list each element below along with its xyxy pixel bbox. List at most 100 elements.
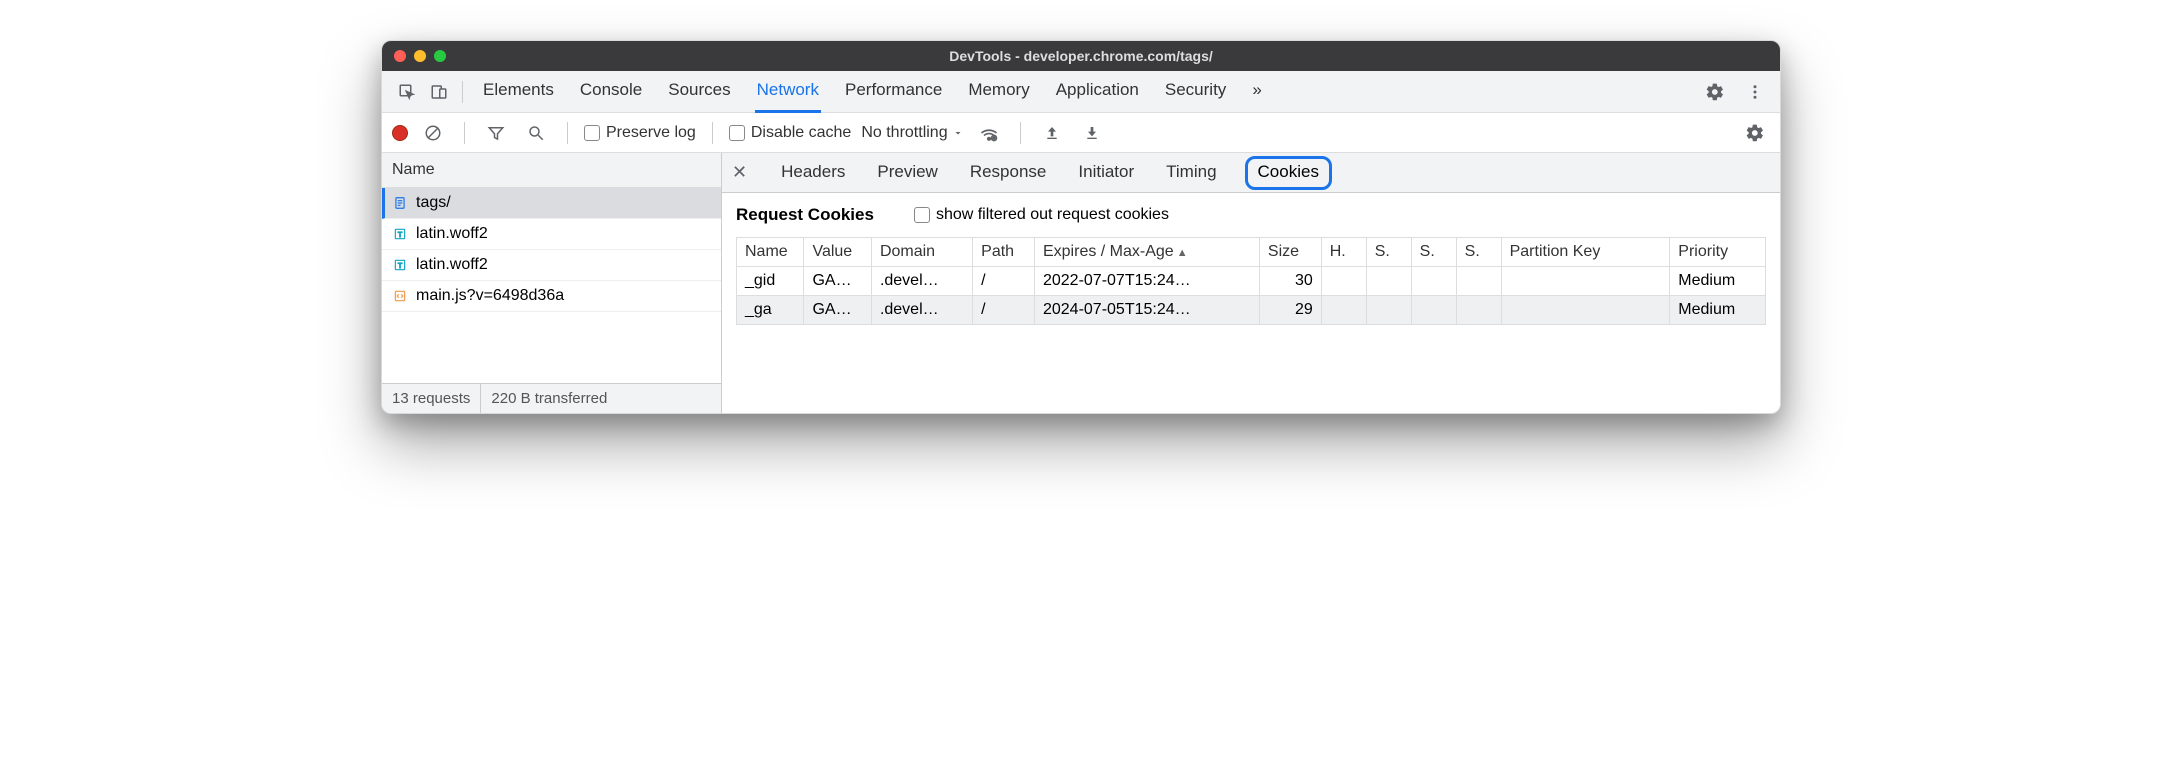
close-window-button[interactable] — [394, 50, 406, 62]
settings-icon[interactable] — [1700, 77, 1730, 107]
svg-text:T: T — [398, 263, 403, 270]
tab-sources[interactable]: Sources — [666, 71, 732, 113]
tab-performance[interactable]: Performance — [843, 71, 944, 113]
device-toggle-icon[interactable] — [424, 77, 454, 107]
cookie-row[interactable]: _gidGA….devel…/2022-07-07T15:24…30Medium — [737, 267, 1766, 296]
cookies-column-header[interactable]: Priority — [1670, 238, 1766, 267]
network-conditions-icon[interactable] — [974, 118, 1004, 148]
cookie-cell-s2 — [1411, 267, 1456, 296]
cookies-column-header[interactable]: Partition Key — [1501, 238, 1670, 267]
upload-har-icon[interactable] — [1037, 118, 1067, 148]
maximize-window-button[interactable] — [434, 50, 446, 62]
cookies-column-header[interactable]: Expires / Max-Age▲ — [1034, 238, 1259, 267]
cookie-cell-path: / — [973, 267, 1035, 296]
cookies-column-header[interactable]: Name — [737, 238, 804, 267]
cookie-cell-h — [1321, 267, 1366, 296]
throttling-value: No throttling — [861, 124, 947, 142]
cookie-cell-path: / — [973, 296, 1035, 325]
disable-cache-label: Disable cache — [751, 124, 852, 142]
cookies-column-header[interactable]: Value — [804, 238, 871, 267]
chevron-down-icon — [952, 127, 964, 139]
main-toolbar: Elements Console Sources Network Perform… — [382, 71, 1780, 113]
cookie-cell-s3 — [1456, 267, 1501, 296]
cookie-cell-h — [1321, 296, 1366, 325]
tab-headers[interactable]: Headers — [777, 155, 849, 190]
cookie-cell-s3 — [1456, 296, 1501, 325]
request-cookies-heading: Request Cookies — [736, 205, 874, 225]
request-row[interactable]: tags/ — [382, 188, 721, 219]
detail-pane: ✕ Headers Preview Response Initiator Tim… — [722, 153, 1780, 413]
tab-application[interactable]: Application — [1054, 71, 1141, 113]
close-detail-icon[interactable]: ✕ — [732, 162, 753, 183]
cookies-column-header[interactable]: H. — [1321, 238, 1366, 267]
detail-tabs: ✕ Headers Preview Response Initiator Tim… — [722, 153, 1780, 193]
request-row[interactable]: main.js?v=6498d36a — [382, 281, 721, 312]
cookies-header-row: NameValueDomainPathExpires / Max-Age▲Siz… — [737, 238, 1766, 267]
network-settings-icon[interactable] — [1740, 118, 1770, 148]
request-name: main.js?v=6498d36a — [416, 287, 564, 305]
kebab-menu-icon[interactable] — [1740, 77, 1770, 107]
tab-cookies[interactable]: Cookies — [1245, 156, 1332, 190]
tab-preview[interactable]: Preview — [873, 155, 941, 190]
search-icon[interactable] — [521, 118, 551, 148]
devtools-window: DevTools - developer.chrome.com/tags/ El… — [381, 40, 1781, 414]
cookie-cell-s2 — [1411, 296, 1456, 325]
separator — [567, 122, 568, 144]
show-filtered-label: show filtered out request cookies — [936, 206, 1169, 224]
tab-response[interactable]: Response — [966, 155, 1051, 190]
toolbar-right — [1700, 77, 1770, 107]
cookies-column-header[interactable]: Size — [1259, 238, 1321, 267]
cookies-column-header[interactable]: S. — [1366, 238, 1411, 267]
cookies-column-header[interactable]: Path — [973, 238, 1035, 267]
cookie-cell-size: 29 — [1259, 296, 1321, 325]
cookies-column-header[interactable]: S. — [1456, 238, 1501, 267]
tab-network[interactable]: Network — [755, 71, 821, 113]
panel-tabs: Elements Console Sources Network Perform… — [481, 71, 1698, 113]
status-requests: 13 requests — [382, 384, 481, 413]
inspect-icon[interactable] — [392, 77, 422, 107]
cookie-cell-name: _gid — [737, 267, 804, 296]
tab-initiator[interactable]: Initiator — [1074, 155, 1138, 190]
cookies-column-header[interactable]: S. — [1411, 238, 1456, 267]
separator — [712, 122, 713, 144]
clear-icon[interactable] — [418, 118, 448, 148]
window-controls — [394, 50, 446, 62]
request-name: latin.woff2 — [416, 225, 488, 243]
name-column-header[interactable]: Name — [382, 153, 721, 188]
tab-security[interactable]: Security — [1163, 71, 1228, 113]
cookie-row[interactable]: _gaGA….devel…/2024-07-05T15:24…29Medium — [737, 296, 1766, 325]
filter-icon[interactable] — [481, 118, 511, 148]
cookie-cell-pk — [1501, 267, 1670, 296]
disable-cache-checkbox[interactable]: Disable cache — [729, 124, 852, 142]
download-har-icon[interactable] — [1077, 118, 1107, 148]
file-type-icon: T — [392, 257, 408, 273]
request-list-pane: Name tags/T latin.woff2T latin.woff2 mai… — [382, 153, 722, 413]
tab-elements[interactable]: Elements — [481, 71, 556, 113]
separator — [462, 81, 463, 103]
cookie-cell-expires: 2024-07-05T15:24… — [1034, 296, 1259, 325]
separator — [1020, 122, 1021, 144]
network-toolbar: Preserve log Disable cache No throttling — [382, 113, 1780, 153]
tab-timing[interactable]: Timing — [1162, 155, 1220, 190]
request-name: tags/ — [416, 194, 451, 212]
preserve-log-checkbox[interactable]: Preserve log — [584, 124, 696, 142]
tabs-overflow[interactable]: » — [1250, 71, 1263, 113]
cookie-cell-value: GA… — [804, 267, 871, 296]
cookie-cell-domain: .devel… — [871, 267, 972, 296]
file-type-icon — [392, 195, 408, 211]
cookie-cell-pk — [1501, 296, 1670, 325]
tab-console[interactable]: Console — [578, 71, 644, 113]
cookie-cell-value: GA… — [804, 296, 871, 325]
throttling-select[interactable]: No throttling — [861, 124, 963, 142]
show-filtered-checkbox[interactable]: show filtered out request cookies — [914, 206, 1169, 224]
detail-body: Request Cookies show filtered out reques… — [722, 193, 1780, 337]
request-row[interactable]: T latin.woff2 — [382, 250, 721, 281]
request-row[interactable]: T latin.woff2 — [382, 219, 721, 250]
tab-memory[interactable]: Memory — [966, 71, 1031, 113]
cookies-table: NameValueDomainPathExpires / Max-Age▲Siz… — [736, 237, 1766, 325]
cookies-column-header[interactable]: Domain — [871, 238, 972, 267]
minimize-window-button[interactable] — [414, 50, 426, 62]
cookie-cell-domain: .devel… — [871, 296, 972, 325]
svg-text:T: T — [398, 232, 403, 239]
record-button[interactable] — [392, 125, 408, 141]
